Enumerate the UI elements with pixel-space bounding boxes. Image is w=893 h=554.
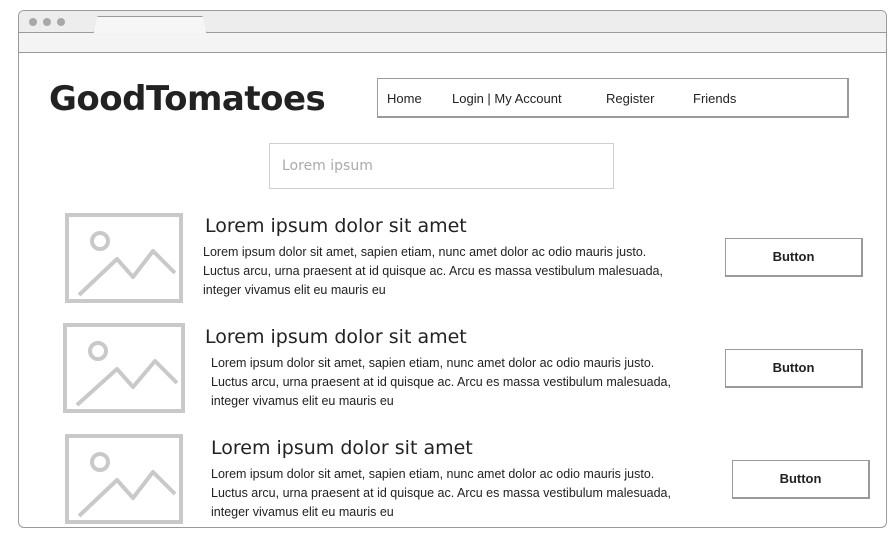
list-item: Lorem ipsum dolor sit amet Lorem ipsum d… xyxy=(19,211,886,311)
browser-titlebar xyxy=(19,11,886,34)
list-item: Lorem ipsum dolor sit amet Lorem ipsum d… xyxy=(19,322,886,422)
image-placeholder-icon xyxy=(65,213,183,303)
nav-register[interactable]: Register xyxy=(606,91,654,106)
nav-friends[interactable]: Friends xyxy=(693,91,736,106)
window-dot-icon[interactable] xyxy=(29,18,37,26)
item-description: Lorem ipsum dolor sit amet, sapien etiam… xyxy=(203,245,663,297)
nav-home[interactable]: Home xyxy=(387,91,422,106)
nav-login-account[interactable]: Login | My Account xyxy=(452,91,562,106)
image-placeholder-icon xyxy=(63,323,185,413)
browser-window: GoodTomatoes Home Login | My Account Reg… xyxy=(18,10,887,528)
item-description: Lorem ipsum dolor sit amet, sapien etiam… xyxy=(211,356,671,408)
item-title[interactable]: Lorem ipsum dolor sit amet xyxy=(211,437,473,459)
item-button[interactable]: Button xyxy=(732,460,870,499)
search-input[interactable]: Lorem ipsum xyxy=(269,143,614,189)
item-button[interactable]: Button xyxy=(725,349,863,388)
main-nav: Home Login | My Account Register Friends xyxy=(377,78,849,118)
image-placeholder-icon xyxy=(65,434,183,524)
window-dot-icon[interactable] xyxy=(43,18,51,26)
item-button[interactable]: Button xyxy=(725,238,863,277)
item-description: Lorem ipsum dolor sit amet, sapien etiam… xyxy=(211,467,671,519)
list-item: Lorem ipsum dolor sit amet Lorem ipsum d… xyxy=(19,433,886,527)
item-title[interactable]: Lorem ipsum dolor sit amet xyxy=(205,326,467,348)
address-bar[interactable] xyxy=(19,33,886,53)
window-dot-icon[interactable] xyxy=(57,18,65,26)
item-title[interactable]: Lorem ipsum dolor sit amet xyxy=(205,215,467,237)
browser-tab[interactable] xyxy=(93,16,207,34)
site-logo[interactable]: GoodTomatoes xyxy=(49,79,326,119)
